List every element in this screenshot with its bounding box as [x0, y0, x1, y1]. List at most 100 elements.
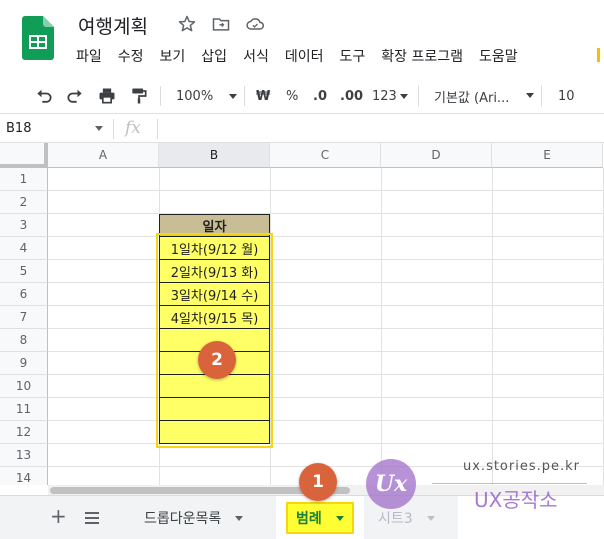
sheet-tab-label: 드롭다운목록 [144, 511, 222, 527]
percent-format-button[interactable]: % [286, 78, 298, 114]
spreadsheet-grid[interactable]: A B C D E 1 2 3 4 5 6 7 8 9 10 11 12 13 14 일자 1일차(9/12 월) 2일차… [0, 143, 604, 485]
zoom-value: 100% [176, 88, 214, 104]
fx-icon: fx [125, 118, 141, 138]
cell-b3-header[interactable]: 일자 [159, 214, 270, 237]
grid-line [48, 328, 604, 329]
column-header-a[interactable]: A [48, 143, 159, 168]
row-header-14[interactable]: 14 [0, 467, 48, 485]
sheet-tab-label: 범례 [296, 511, 322, 527]
sheet-tab-legend[interactable]: 범례 [276, 496, 364, 539]
star-icon[interactable] [177, 14, 197, 34]
paint-format-icon [132, 88, 147, 104]
menu-file[interactable]: 파일 [76, 46, 102, 66]
cell-b12[interactable] [159, 420, 270, 444]
font-family-value: 기본값 (Ari... [434, 90, 510, 106]
font-size-value: 10 [558, 88, 575, 104]
menu-bar: 파일 수정 보기 삽입 서식 데이터 도구 확장 프로그램 도움말 [76, 46, 534, 66]
currency-format-button[interactable]: ₩ [256, 78, 270, 114]
cloud-status-icon[interactable] [245, 14, 265, 34]
row-header-2[interactable]: 2 [0, 191, 48, 214]
formula-input[interactable] [165, 121, 595, 137]
chevron-down-icon [335, 515, 344, 521]
menu-insert[interactable]: 삽입 [201, 46, 227, 66]
menu-view[interactable]: 보기 [160, 46, 186, 66]
row-header-6[interactable]: 6 [0, 283, 48, 306]
google-sheets-logo-icon[interactable] [22, 16, 54, 60]
chevron-down-icon[interactable] [95, 126, 103, 131]
menu-data[interactable]: 데이터 [285, 46, 324, 66]
column-header-b[interactable]: B [159, 143, 270, 168]
title-bar: 여행계획 파일 수정 보기 삽입 서식 데이터 도구 확장 프로그램 도움말 [0, 0, 604, 74]
more-formats-button[interactable]: 123 [372, 78, 408, 114]
grid-line [48, 443, 604, 444]
row-header-5[interactable]: 5 [0, 260, 48, 283]
font-size-input[interactable]: 10 [558, 78, 575, 114]
name-box[interactable]: B18 [6, 121, 31, 136]
percent-label: % [286, 88, 299, 104]
column-header-d[interactable]: D [381, 143, 492, 168]
cell-b5[interactable]: 2일차(9/13 화) [159, 259, 270, 283]
toolbar: 100% ₩ % .0 .00 123 기본값 (Ari... 10 [0, 78, 604, 114]
decrease-decimal-label: .0 [313, 88, 327, 104]
grid-line [48, 190, 604, 191]
list-icon [85, 512, 99, 524]
grid-line [270, 168, 271, 485]
decrease-decimal-button[interactable]: .0 [313, 78, 327, 114]
cell-b4[interactable]: 1일차(9/12 월) [159, 236, 270, 260]
undo-button[interactable] [34, 78, 54, 114]
move-to-folder-icon[interactable] [211, 14, 231, 34]
more-formats-label: 123 [372, 88, 397, 104]
menu-edit[interactable]: 수정 [118, 46, 144, 66]
menu-extensions[interactable]: 확장 프로그램 [381, 46, 463, 66]
grid-line [48, 420, 604, 421]
row-header-8[interactable]: 8 [0, 329, 48, 352]
chevron-down-icon [235, 515, 244, 521]
grid-line [492, 168, 493, 485]
zoom-select[interactable]: 100% [176, 78, 238, 114]
row-header-7[interactable]: 7 [0, 306, 48, 329]
grid-line [48, 374, 604, 375]
cell-b6[interactable]: 3일차(9/14 수) [159, 282, 270, 306]
document-title[interactable]: 여행계획 [78, 12, 148, 39]
edge-marker [597, 48, 604, 62]
sheet-tab-dropdown-list[interactable]: 드롭다운목록 [126, 496, 261, 539]
menu-help[interactable]: 도움말 [479, 46, 518, 66]
grid-line [48, 305, 604, 306]
cell-b11[interactable] [159, 397, 270, 421]
paint-format-button[interactable] [129, 78, 149, 114]
add-sheet-button[interactable]: + [50, 504, 67, 528]
row-header-12[interactable]: 12 [0, 421, 48, 444]
watermark-url: ux.stories.pe.kr [463, 459, 581, 474]
chevron-down-icon [426, 515, 435, 521]
watermark-name: UX공작소 [474, 488, 558, 512]
increase-decimal-button[interactable]: .00 [340, 78, 363, 114]
row-header-11[interactable]: 11 [0, 398, 48, 421]
formula-bar: B18 fx [0, 115, 604, 143]
title-icons [177, 14, 265, 34]
cell-b7[interactable]: 4일차(9/15 목) [159, 305, 270, 329]
print-button[interactable] [97, 78, 117, 114]
all-sheets-button[interactable] [84, 507, 100, 531]
column-header-e[interactable]: E [492, 143, 603, 168]
redo-button[interactable] [65, 78, 85, 114]
sheet-tab-highlight: 범례 [286, 502, 354, 534]
row-header-4[interactable]: 4 [0, 237, 48, 260]
select-all-corner[interactable] [0, 143, 48, 168]
menu-tools[interactable]: 도구 [339, 46, 365, 66]
row-header-13[interactable]: 13 [0, 444, 48, 467]
font-family-select[interactable]: 기본값 (Ari... [434, 78, 534, 114]
row-header-1[interactable]: 1 [0, 168, 48, 191]
row-header-10[interactable]: 10 [0, 375, 48, 398]
increase-decimal-label: .00 [340, 88, 364, 104]
grid-line [48, 259, 604, 260]
column-header-c[interactable]: C [270, 143, 381, 168]
redo-icon [67, 89, 82, 103]
row-header-3[interactable]: 3 [0, 214, 48, 237]
chevron-down-icon [229, 93, 238, 99]
print-icon [99, 88, 115, 104]
currency-label: ₩ [256, 88, 271, 104]
menu-format[interactable]: 서식 [243, 46, 269, 66]
grid-line [48, 236, 604, 237]
sheet-tab-label: 시트3 [378, 511, 413, 527]
row-header-9[interactable]: 9 [0, 352, 48, 375]
